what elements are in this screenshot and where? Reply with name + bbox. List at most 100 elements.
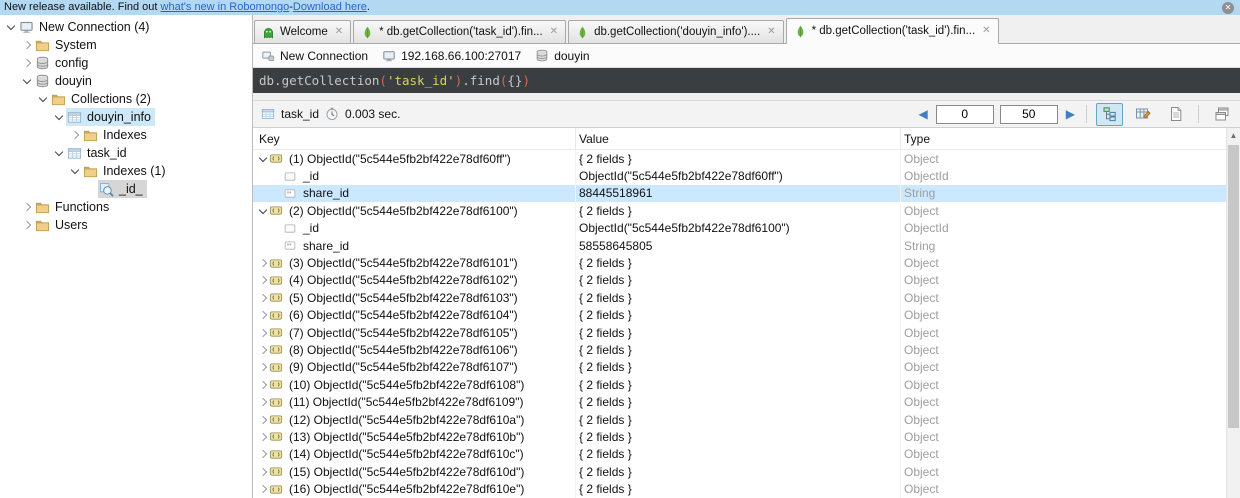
table-view-button[interactable] <box>1129 103 1156 126</box>
row-expand-arrow[interactable] <box>256 397 269 407</box>
grid-row[interactable]: (1) ObjectId("5c544e5fb2bf422e78df60ff")… <box>253 150 1240 168</box>
tree-expand-arrow[interactable] <box>20 58 34 68</box>
tab-4-db-getcollection-task-id-fin[interactable]: * db.getCollection('task_id').fin... ✕ <box>785 18 999 44</box>
download-here-link[interactable]: Download here <box>293 0 367 15</box>
scroll-up-icon[interactable]: ▲ <box>1227 128 1240 142</box>
tree-expand-arrow[interactable] <box>68 165 82 175</box>
query-editor[interactable]: db.getCollection('task_id') .find({}) <box>253 68 1240 93</box>
database-name-item[interactable]: douyin <box>535 49 590 63</box>
row-expand-arrow[interactable] <box>256 328 269 337</box>
grid-row[interactable]: (7) ObjectId("5c544e5fb2bf422e78df6105")… <box>253 323 1240 342</box>
row-expand-arrow[interactable] <box>256 205 269 215</box>
key-text: share_id <box>303 186 350 201</box>
server-address-item[interactable]: 192.168.66.100:27017 <box>382 49 521 63</box>
row-expand-arrow[interactable] <box>256 415 269 424</box>
text-view-button[interactable] <box>1162 103 1189 126</box>
tree-item-config[interactable]: config <box>0 54 252 72</box>
tree-expand-arrow[interactable] <box>20 220 34 230</box>
row-expand-arrow[interactable] <box>256 467 269 476</box>
row-expand-arrow[interactable] <box>256 380 269 390</box>
tree-item-label: task_id <box>87 146 127 160</box>
grid-value-cell: { 2 fields } <box>576 289 901 307</box>
tree-item-label: Collections (2) <box>71 92 151 106</box>
grid-row[interactable]: (4) ObjectId("5c544e5fb2bf422e78df6102")… <box>253 271 1240 290</box>
tree-item-system[interactable]: System <box>0 36 252 54</box>
grid-row[interactable]: share_id 58558645805 String <box>253 236 1240 255</box>
tree-expand-arrow[interactable] <box>4 21 18 31</box>
skip-input[interactable] <box>935 104 994 124</box>
row-expand-arrow[interactable] <box>256 345 269 355</box>
row-expand-arrow[interactable] <box>256 293 269 303</box>
row-expand-arrow[interactable] <box>256 276 269 285</box>
grid-key-cell: (6) ObjectId("5c544e5fb2bf422e78df6104") <box>253 306 576 324</box>
tab-close-icon[interactable]: ✕ <box>767 27 775 37</box>
tree-item-new-connection-4[interactable]: New Connection (4) <box>0 18 252 36</box>
tab-1-welcome[interactable]: Welcome ✕ <box>254 20 352 44</box>
object-icon <box>269 361 283 374</box>
grid-row[interactable]: (15) ObjectId("5c544e5fb2bf422e78df610d"… <box>253 463 1240 481</box>
grid-type-cell: Object <box>904 308 939 323</box>
column-header-type[interactable]: Type <box>901 132 1240 146</box>
tree-expand-arrow[interactable] <box>52 111 66 121</box>
column-header-value[interactable]: Value <box>576 128 901 149</box>
tree-item-indexes-1[interactable]: Indexes (1) <box>0 162 252 180</box>
grid-row[interactable]: (9) ObjectId("5c544e5fb2bf422e78df6107")… <box>253 358 1240 377</box>
object-icon <box>269 413 283 426</box>
custom-view-button[interactable] <box>1208 103 1235 126</box>
tab-close-icon[interactable]: ✕ <box>550 27 558 37</box>
tree-item-indexes[interactable]: Indexes <box>0 126 252 144</box>
tree-expand-arrow[interactable] <box>68 130 82 140</box>
limit-input[interactable] <box>999 104 1058 124</box>
tree-item-users[interactable]: Users <box>0 216 252 234</box>
row-expand-arrow[interactable] <box>256 363 269 372</box>
leaf-icon <box>794 25 807 38</box>
grid-row[interactable]: (12) ObjectId("5c544e5fb2bf422e78df610a"… <box>253 410 1240 429</box>
grid-row[interactable]: (11) ObjectId("5c544e5fb2bf422e78df6109"… <box>253 393 1240 411</box>
grid-row[interactable]: _id ObjectId("5c544e5fb2bf422e78df6100") O… <box>253 219 1240 237</box>
page-back-icon[interactable]: ◀ <box>917 107 930 121</box>
tree-expand-arrow[interactable] <box>36 93 50 103</box>
row-expand-arrow[interactable] <box>256 484 269 494</box>
tree-view-button[interactable] <box>1096 102 1123 126</box>
row-expand-arrow[interactable] <box>256 450 269 459</box>
tab-close-icon[interactable]: ✕ <box>982 26 990 36</box>
whats-new-link[interactable]: what's new in Robomongo <box>161 0 290 15</box>
tree-expand-arrow[interactable] <box>20 202 34 212</box>
query-code-segment: ) <box>522 73 530 88</box>
grid-row[interactable]: _id ObjectId("5c544e5fb2bf422e78df60ff") O… <box>253 167 1240 185</box>
grid-row[interactable]: (6) ObjectId("5c544e5fb2bf422e78df6104")… <box>253 306 1240 324</box>
column-header-key[interactable]: Key <box>253 128 576 149</box>
tree-expand-arrow[interactable] <box>52 147 66 157</box>
tree-item-douyin[interactable]: douyin <box>0 72 252 90</box>
page-forward-icon[interactable]: ▶ <box>1064 107 1077 121</box>
grid-row[interactable]: (5) ObjectId("5c544e5fb2bf422e78df6103")… <box>253 289 1240 307</box>
vertical-scrollbar[interactable]: ▲ <box>1226 128 1240 498</box>
row-expand-arrow[interactable] <box>256 258 269 268</box>
grid-row[interactable]: (8) ObjectId("5c544e5fb2bf422e78df6106")… <box>253 341 1240 359</box>
grid-key-cell: (5) ObjectId("5c544e5fb2bf422e78df6103") <box>253 289 576 307</box>
tree-item-collections-2[interactable]: Collections (2) <box>0 90 252 108</box>
banner-close-icon[interactable]: ✕ <box>1222 1 1234 14</box>
row-expand-arrow[interactable] <box>256 153 269 162</box>
tree-item-id[interactable]: _id_ <box>0 180 252 198</box>
connection-name-item[interactable]: New Connection <box>261 49 368 63</box>
grid-row[interactable]: (3) ObjectId("5c544e5fb2bf422e78df6101")… <box>253 254 1240 272</box>
tree-expand-arrow[interactable] <box>20 75 34 85</box>
row-expand-arrow[interactable] <box>256 432 269 442</box>
tree-item-douyin-info[interactable]: douyin_info <box>0 108 252 126</box>
tab-3-db-getcollection-douyin-info[interactable]: db.getCollection('douyin_info').... ✕ <box>568 20 784 44</box>
scrollbar-thumb[interactable] <box>1228 145 1239 428</box>
grid-row[interactable]: share_id 88445518961 String <box>253 184 1240 203</box>
grid-row[interactable]: (16) ObjectId("5c544e5fb2bf422e78df610e"… <box>253 480 1240 498</box>
row-expand-arrow[interactable] <box>256 310 269 320</box>
tree-item-functions[interactable]: Functions <box>0 198 252 216</box>
grid-row[interactable]: (13) ObjectId("5c544e5fb2bf422e78df610b"… <box>253 428 1240 446</box>
tree-item-task-id[interactable]: task_id <box>0 144 252 162</box>
objectid-icon <box>283 222 297 235</box>
grid-row[interactable]: (10) ObjectId("5c544e5fb2bf422e78df6108"… <box>253 376 1240 394</box>
tab-close-icon[interactable]: ✕ <box>335 27 343 37</box>
tab-2-db-getcollection-task-id-fin[interactable]: * db.getCollection('task_id').fin... ✕ <box>353 20 567 44</box>
tree-expand-arrow[interactable] <box>20 40 34 50</box>
grid-row[interactable]: (14) ObjectId("5c544e5fb2bf422e78df610c"… <box>253 445 1240 464</box>
grid-row[interactable]: (2) ObjectId("5c544e5fb2bf422e78df6100")… <box>253 202 1240 220</box>
